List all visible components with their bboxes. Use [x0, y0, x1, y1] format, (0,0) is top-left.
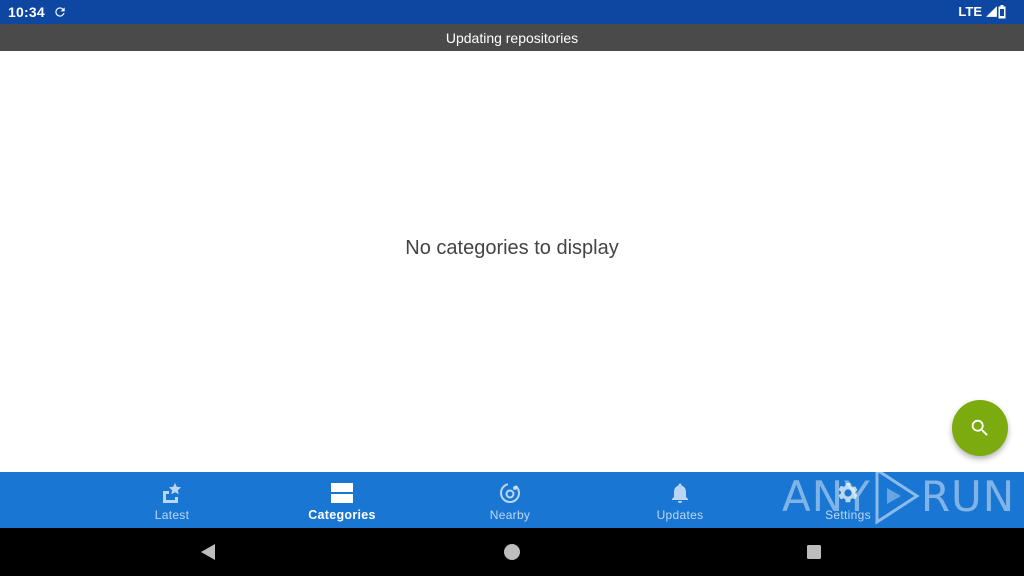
categories-icon [331, 483, 353, 503]
signal-icon [986, 6, 997, 17]
update-banner-text: Updating repositories [445, 29, 579, 46]
watermark-text-right: RUN [920, 471, 1016, 521]
system-navigation-bar [0, 528, 1024, 576]
nearby-icon [500, 483, 520, 503]
empty-state-message: No categories to display [405, 237, 619, 259]
nav-item-nearby[interactable]: Nearby [425, 472, 595, 528]
nav-label-latest: Latest [154, 508, 190, 522]
watermark-text-left: ANY [782, 471, 871, 521]
search-fab-button[interactable] [952, 400, 1008, 456]
status-right: LTE [958, 4, 998, 19]
recents-icon[interactable] [805, 543, 823, 561]
play-logo-icon [875, 467, 920, 525]
search-icon [971, 419, 988, 436]
battery-icon [998, 5, 1006, 19]
update-banner: Updating repositories [0, 24, 1024, 51]
network-type: LTE [958, 4, 982, 19]
nav-item-updates[interactable]: Updates [595, 472, 765, 528]
home-icon[interactable] [503, 543, 521, 561]
nav-label-nearby: Nearby [489, 508, 531, 522]
nav-label-updates: Updates [656, 508, 704, 522]
main-content: No categories to display [0, 51, 1024, 472]
status-time: 10:34 [8, 4, 45, 20]
status-bar: 10:34 LTE [0, 0, 1024, 24]
bell-icon [672, 483, 688, 503]
sync-icon [55, 7, 65, 17]
star-icon [163, 483, 181, 503]
back-icon[interactable] [199, 543, 217, 561]
nav-item-categories[interactable]: Categories [257, 472, 427, 528]
nav-label-categories: Categories [308, 508, 376, 522]
anyrun-watermark: ANY RUN [782, 466, 1015, 526]
nav-item-latest[interactable]: Latest [87, 472, 257, 528]
